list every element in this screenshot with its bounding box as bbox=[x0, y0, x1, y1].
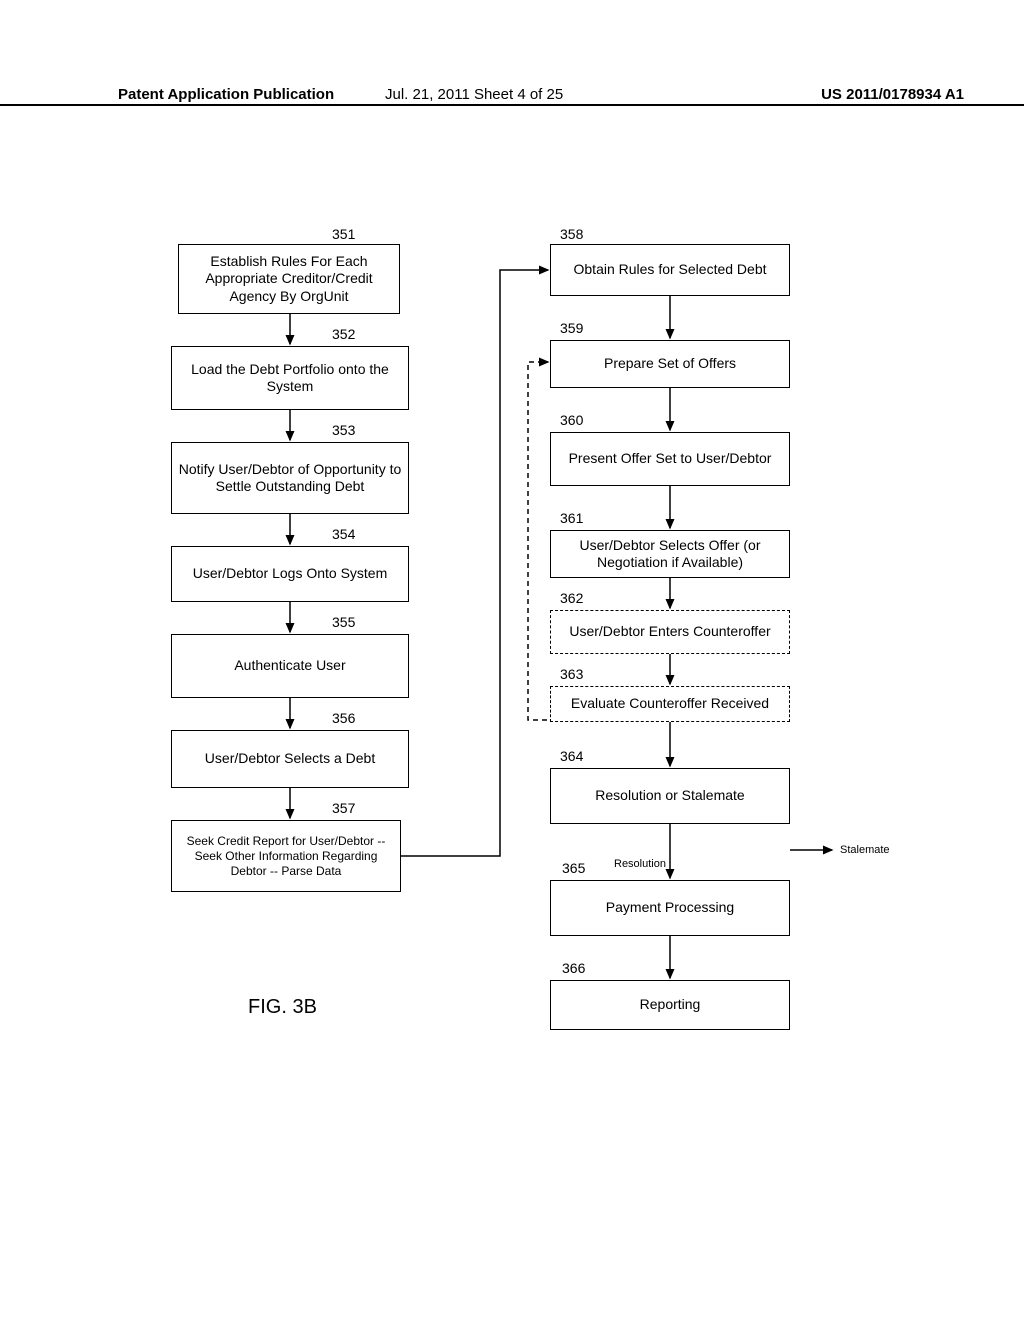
box-363-text: Evaluate Counteroffer Received bbox=[571, 695, 769, 713]
box-360-text: Present Offer Set to User/Debtor bbox=[569, 450, 772, 468]
box-num-364: 364 bbox=[560, 748, 583, 764]
box-351: Establish Rules For Each Appropriate Cre… bbox=[178, 244, 400, 314]
box-361: User/Debtor Selects Offer (or Negotiatio… bbox=[550, 530, 790, 578]
box-366-text: Reporting bbox=[640, 996, 701, 1014]
box-358-text: Obtain Rules for Selected Debt bbox=[574, 261, 767, 279]
box-363: Evaluate Counteroffer Received bbox=[550, 686, 790, 722]
box-358: Obtain Rules for Selected Debt bbox=[550, 244, 790, 296]
box-354: User/Debtor Logs Onto System bbox=[171, 546, 409, 602]
box-362-text: User/Debtor Enters Counteroffer bbox=[569, 623, 770, 641]
box-365: Payment Processing bbox=[550, 880, 790, 936]
box-num-360: 360 bbox=[560, 412, 583, 428]
box-num-366: 366 bbox=[562, 960, 585, 976]
box-num-352: 352 bbox=[332, 326, 355, 342]
box-353-text: Notify User/Debtor of Opportunity to Set… bbox=[178, 461, 402, 496]
label-resolution: Resolution bbox=[614, 858, 666, 870]
header-right: US 2011/0178934 A1 bbox=[821, 86, 964, 100]
box-num-363: 363 bbox=[560, 666, 583, 682]
box-352: Load the Debt Portfolio onto the System bbox=[171, 346, 409, 410]
box-366: Reporting bbox=[550, 980, 790, 1030]
box-359-text: Prepare Set of Offers bbox=[604, 355, 736, 373]
box-362: User/Debtor Enters Counteroffer bbox=[550, 610, 790, 654]
box-num-351: 351 bbox=[332, 226, 355, 242]
box-num-365: 365 bbox=[562, 860, 585, 876]
box-355: Authenticate User bbox=[171, 634, 409, 698]
box-num-353: 353 bbox=[332, 422, 355, 438]
box-351-text: Establish Rules For Each Appropriate Cre… bbox=[185, 253, 393, 306]
figure-caption: FIG. 3B bbox=[248, 996, 317, 1019]
box-364: Resolution or Stalemate bbox=[550, 768, 790, 824]
label-stalemate: Stalemate bbox=[840, 844, 890, 856]
box-365-text: Payment Processing bbox=[606, 899, 734, 917]
header-center: Jul. 21, 2011 Sheet 4 of 25 bbox=[385, 86, 563, 103]
box-num-357: 357 bbox=[332, 800, 355, 816]
box-353: Notify User/Debtor of Opportunity to Set… bbox=[171, 442, 409, 514]
box-352-text: Load the Debt Portfolio onto the System bbox=[178, 361, 402, 396]
box-360: Present Offer Set to User/Debtor bbox=[550, 432, 790, 486]
box-num-361: 361 bbox=[560, 510, 583, 526]
box-356-text: User/Debtor Selects a Debt bbox=[205, 750, 375, 768]
box-num-362: 362 bbox=[560, 590, 583, 606]
box-357-text: Seek Credit Report for User/Debtor -- Se… bbox=[178, 834, 394, 879]
box-num-355: 355 bbox=[332, 614, 355, 630]
header-left: Patent Application Publication bbox=[118, 86, 334, 100]
box-355-text: Authenticate User bbox=[234, 657, 345, 675]
box-357: Seek Credit Report for User/Debtor -- Se… bbox=[171, 820, 401, 892]
box-num-356: 356 bbox=[332, 710, 355, 726]
arrows-layer bbox=[0, 230, 1024, 1330]
box-354-text: User/Debtor Logs Onto System bbox=[193, 565, 388, 583]
box-num-354: 354 bbox=[332, 526, 355, 542]
page-header: Patent Application Publication Jul. 21, … bbox=[0, 86, 1024, 106]
box-364-text: Resolution or Stalemate bbox=[595, 787, 744, 805]
box-356: User/Debtor Selects a Debt bbox=[171, 730, 409, 788]
box-num-358: 358 bbox=[560, 226, 583, 242]
box-359: Prepare Set of Offers bbox=[550, 340, 790, 388]
box-num-359: 359 bbox=[560, 320, 583, 336]
box-361-text: User/Debtor Selects Offer (or Negotiatio… bbox=[557, 537, 783, 572]
